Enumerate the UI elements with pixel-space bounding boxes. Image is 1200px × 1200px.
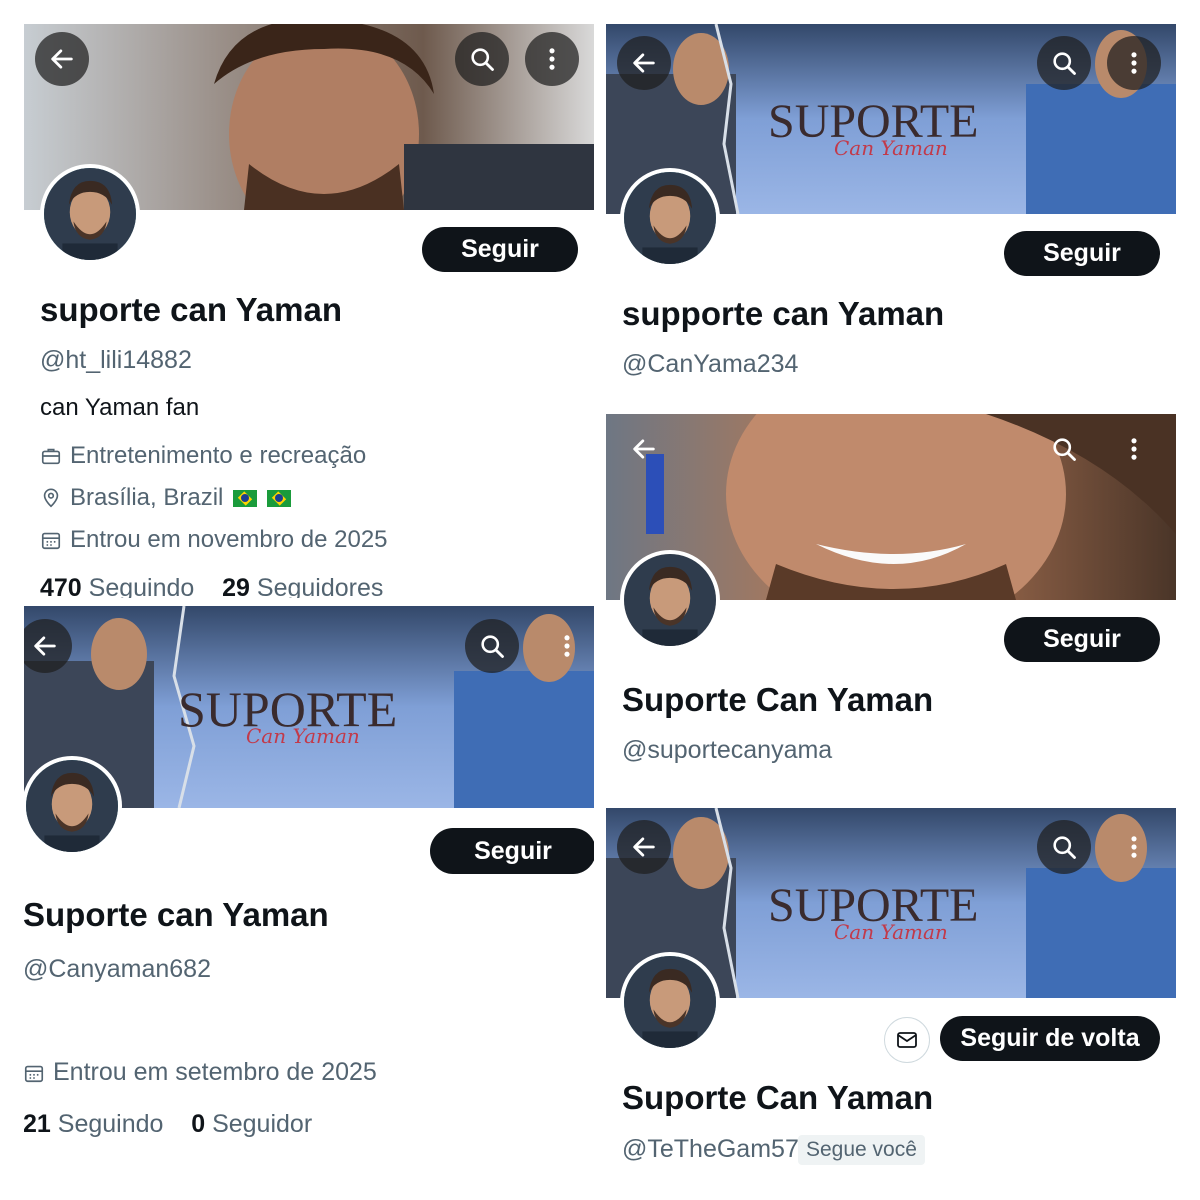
followers-link[interactable]: 29 Seguidores	[222, 574, 383, 598]
avatar[interactable]	[24, 756, 122, 856]
search-button[interactable]	[1037, 36, 1091, 90]
category-text: Entretenimento e recreação	[70, 442, 367, 469]
banner-subtitle: Can Yaman	[834, 920, 948, 944]
location-pin-icon	[40, 487, 62, 509]
profile-joined: Entrou em setembro de 2025	[24, 1058, 377, 1087]
more-button[interactable]	[1107, 36, 1161, 90]
profile-card-1: Seguir suporte can Yaman @ht_lili14882 c…	[24, 24, 594, 598]
profile-name: suporte can Yaman	[40, 291, 343, 328]
avatar[interactable]	[620, 168, 720, 268]
banner-subtitle: Can Yaman	[246, 724, 360, 748]
follow-button[interactable]: Seguir	[422, 227, 578, 272]
follow-button[interactable]: Seguir	[1004, 617, 1160, 662]
follow-stats: 21 Seguindo 0 Seguidor	[24, 1110, 312, 1139]
profile-handle: @Canyaman682	[24, 955, 211, 983]
more-vertical-icon	[553, 632, 581, 660]
profile-name: Suporte can Yaman	[24, 896, 329, 933]
more-button[interactable]	[525, 32, 579, 86]
profile-joined: Entrou em novembro de 2025	[40, 526, 388, 554]
back-button[interactable]	[35, 32, 89, 86]
profile-location: Brasília, Brazil	[40, 484, 292, 512]
profile-card-2: SUPORTE Can Yaman Seguir supporte can Ya…	[606, 24, 1176, 400]
profile-handle: @suportecanyama	[622, 736, 833, 764]
profile-card-4: Seguir Suporte Can Yaman @suportecanyama	[606, 414, 1176, 792]
following-link[interactable]: 470 Seguindo	[40, 574, 194, 598]
banner-subtitle: Can Yaman	[834, 136, 948, 160]
avatar[interactable]	[620, 550, 720, 650]
message-button[interactable]	[884, 1017, 930, 1063]
profile-category: Entretenimento e recreação	[40, 442, 366, 470]
back-button[interactable]	[617, 820, 671, 874]
following-link[interactable]: 21 Seguindo	[24, 1110, 163, 1138]
avatar-image	[26, 760, 118, 852]
profile-handle: @TeTheGam57	[622, 1135, 799, 1163]
profile-handle: @CanYama234	[622, 350, 799, 378]
more-button[interactable]	[540, 619, 594, 673]
followers-link[interactable]: 0 Seguidor	[191, 1110, 312, 1138]
calendar-icon	[40, 529, 62, 551]
search-icon	[1050, 833, 1078, 861]
avatar-image	[624, 956, 716, 1048]
profile-card-3: SUPORTE Can Yaman Seguir Suporte can Yam…	[24, 606, 594, 1176]
follow-stats: 470 Seguindo 29 Seguidores	[40, 574, 383, 598]
avatar-image	[624, 172, 716, 264]
profile-name: Suporte Can Yaman	[622, 1079, 934, 1116]
more-vertical-icon	[1120, 435, 1148, 463]
more-vertical-icon	[1120, 833, 1148, 861]
more-vertical-icon	[538, 45, 566, 73]
more-vertical-icon	[1120, 49, 1148, 77]
avatar[interactable]	[40, 164, 140, 264]
brazil-flag-icon	[267, 489, 292, 507]
arrow-left-icon	[48, 45, 76, 73]
location-text: Brasília, Brazil	[70, 484, 224, 511]
avatar[interactable]	[620, 952, 720, 1052]
avatar-image	[44, 168, 136, 260]
search-icon	[1050, 435, 1078, 463]
arrow-left-icon	[31, 632, 59, 660]
more-button[interactable]	[1107, 422, 1161, 476]
joined-text: Entrou em novembro de 2025	[70, 526, 388, 553]
briefcase-icon	[40, 445, 62, 467]
follow-button[interactable]: Seguir	[1004, 231, 1160, 276]
joined-text: Entrou em setembro de 2025	[53, 1058, 377, 1086]
more-button[interactable]	[1107, 820, 1161, 874]
arrow-left-icon	[630, 833, 658, 861]
back-button[interactable]	[617, 422, 671, 476]
profile-name: Suporte Can Yaman	[622, 681, 934, 718]
mail-icon	[895, 1028, 919, 1052]
profile-bio: can Yaman fan	[40, 394, 200, 421]
search-button[interactable]	[1037, 422, 1091, 476]
search-icon	[468, 45, 496, 73]
search-button[interactable]	[465, 619, 519, 673]
profile-card-5: SUPORTE Can Yaman Seguir de volta Suport…	[606, 808, 1176, 1176]
follows-you-badge: Segue você	[798, 1135, 925, 1165]
profile-handle: @ht_lili14882	[40, 346, 192, 374]
profile-name: supporte can Yaman	[622, 295, 945, 332]
search-button[interactable]	[455, 32, 509, 86]
follow-back-button[interactable]: Seguir de volta	[940, 1016, 1160, 1061]
back-button[interactable]	[617, 36, 671, 90]
search-icon	[478, 632, 506, 660]
search-icon	[1050, 49, 1078, 77]
search-button[interactable]	[1037, 820, 1091, 874]
avatar-image	[624, 554, 716, 646]
arrow-left-icon	[630, 435, 658, 463]
calendar-icon	[24, 1062, 45, 1084]
arrow-left-icon	[630, 49, 658, 77]
follow-button[interactable]: Seguir	[430, 828, 594, 874]
brazil-flag-icon	[233, 489, 258, 507]
